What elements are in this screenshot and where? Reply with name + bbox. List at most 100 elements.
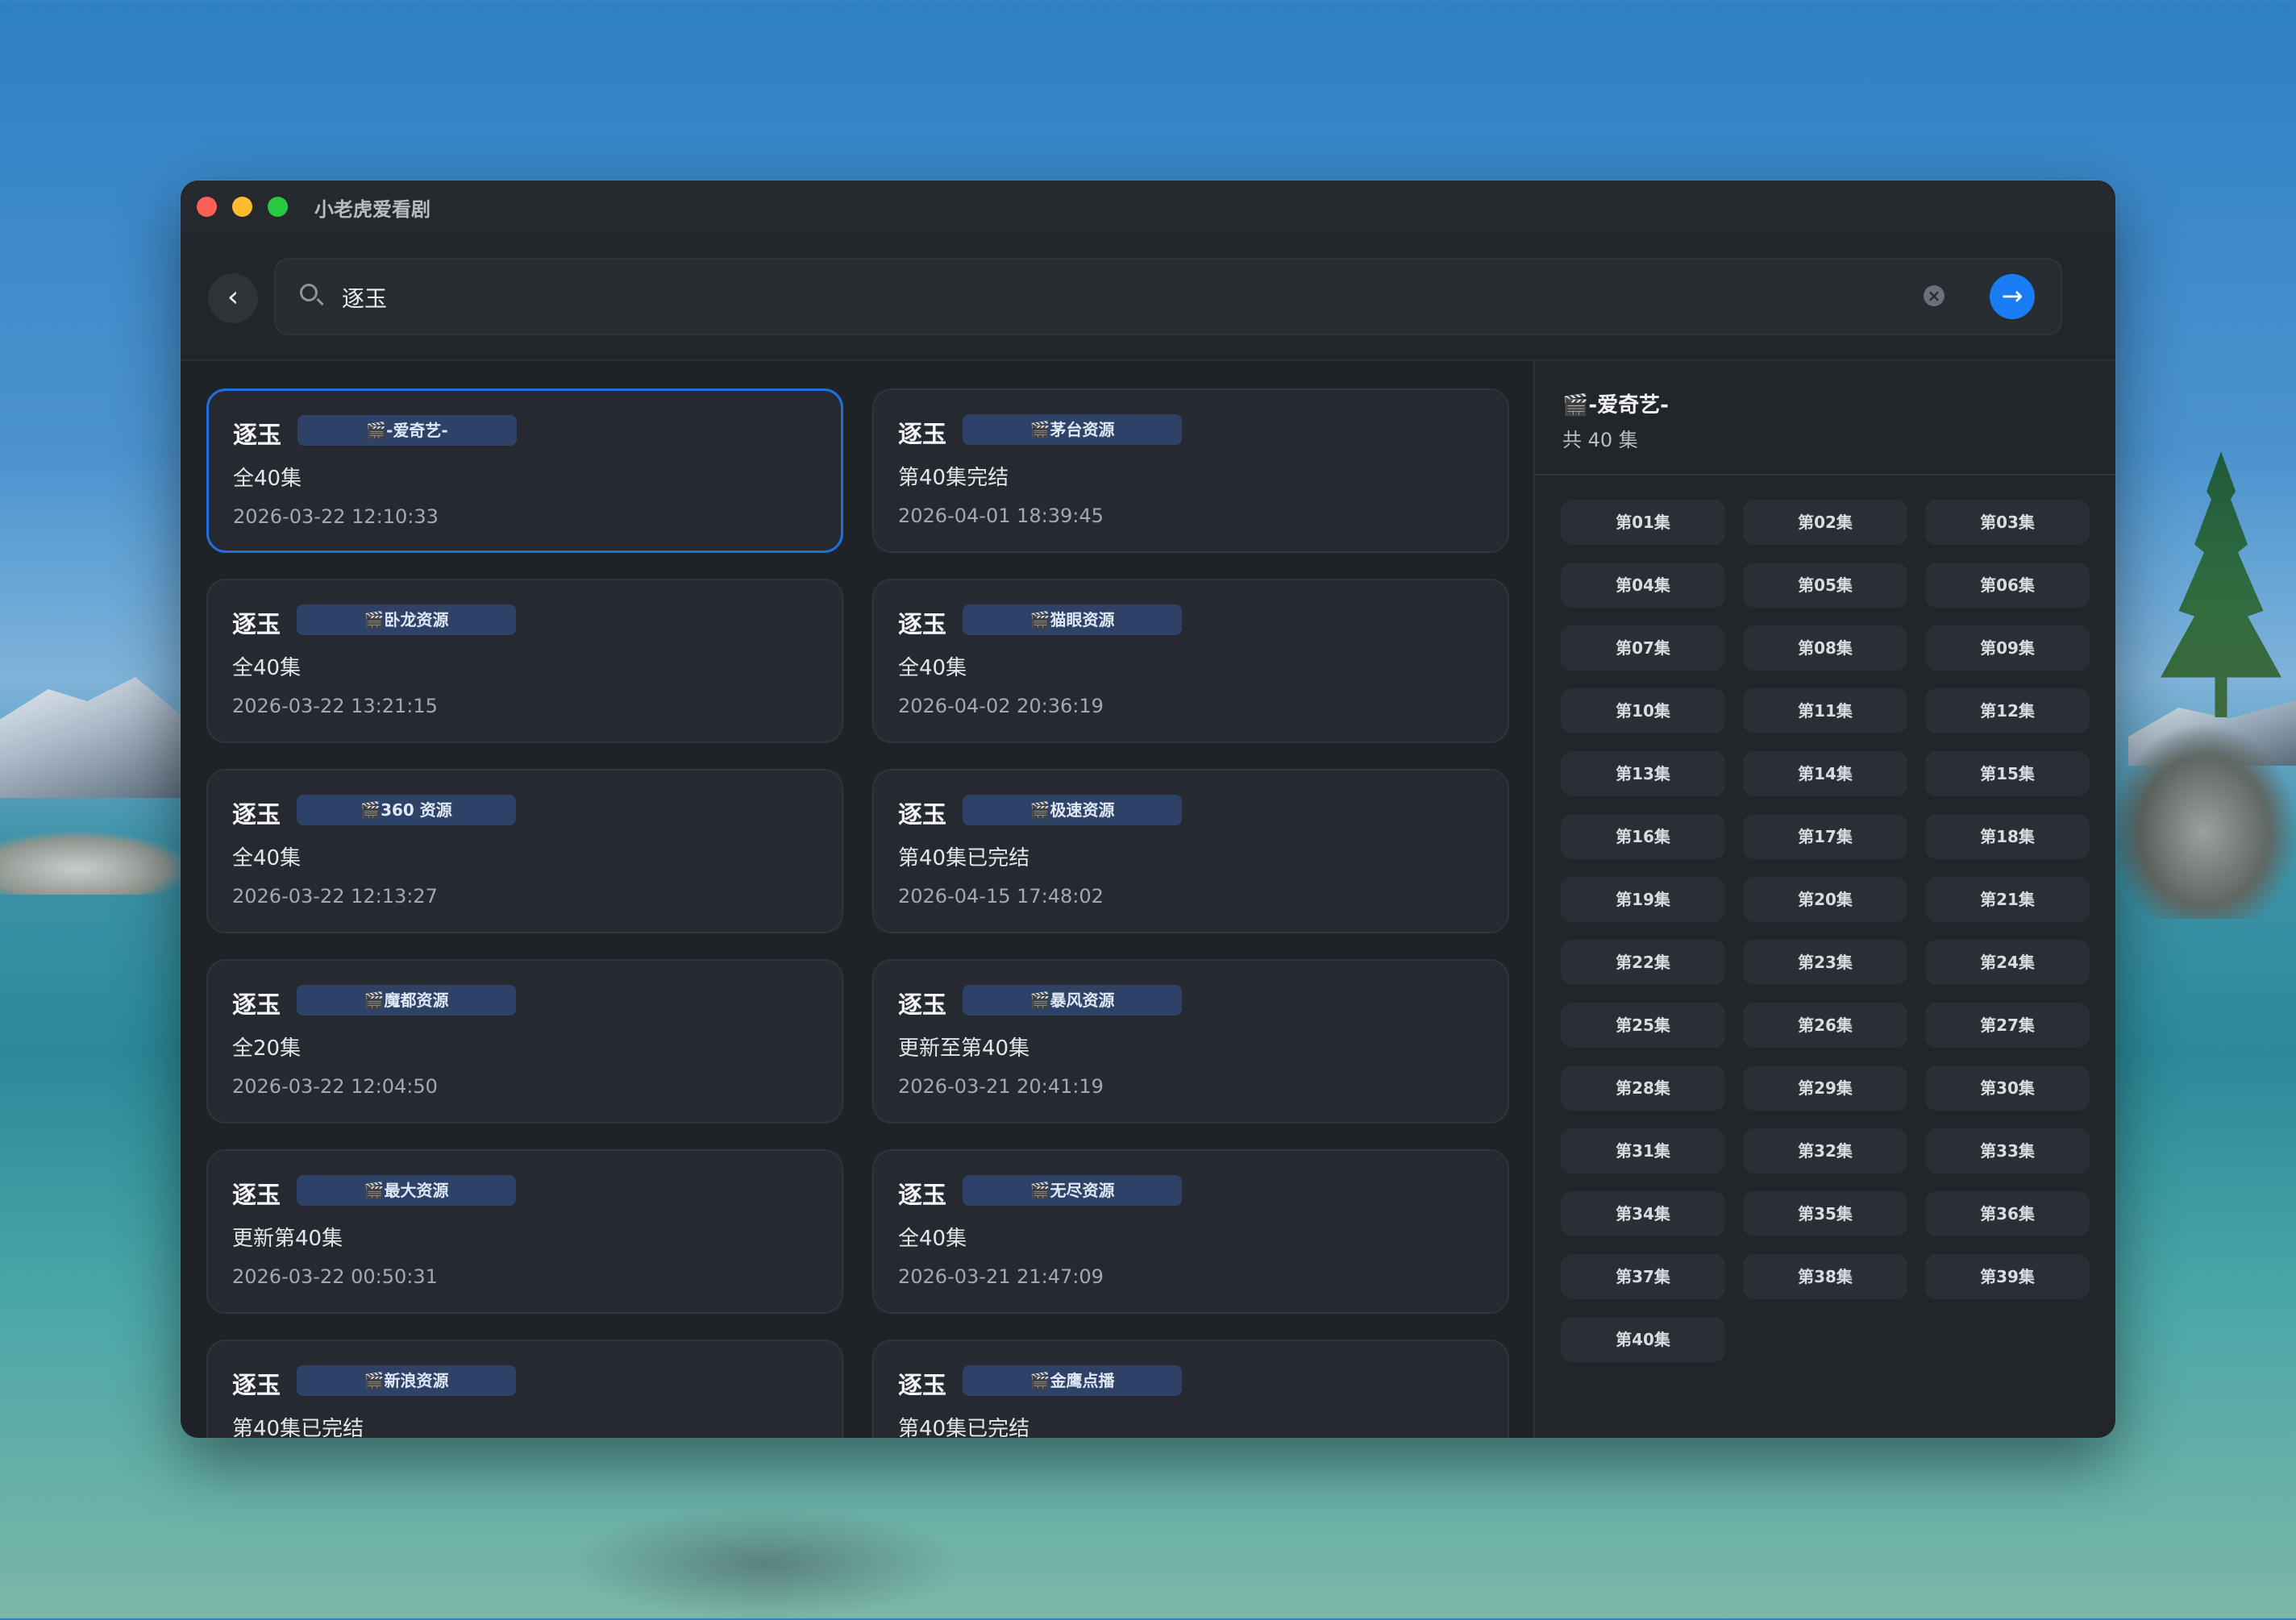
episode-button[interactable]: 第30集 bbox=[1925, 1065, 2090, 1111]
result-title: 逐玉 bbox=[232, 611, 281, 639]
source-badge: 🎬卧龙资源 bbox=[297, 604, 516, 635]
episode-button[interactable]: 第12集 bbox=[1925, 688, 2090, 733]
episode-status: 全40集 bbox=[898, 1227, 967, 1251]
episode-button[interactable]: 第21集 bbox=[1925, 877, 2090, 922]
result-title: 逐玉 bbox=[232, 1182, 281, 1210]
app-window: 小老虎爱看剧 ‹ 逐玉 × → 逐玉 🎬-爱奇艺- 全40集 2026-03-22 1… bbox=[181, 181, 2115, 1438]
update-time: 2026-03-22 12:04:50 bbox=[232, 1075, 438, 1098]
episode-button[interactable]: 第28集 bbox=[1561, 1065, 1725, 1111]
episode-button[interactable]: 第14集 bbox=[1743, 751, 1907, 796]
episode-button[interactable]: 第04集 bbox=[1561, 563, 1725, 608]
episode-status: 第40集完结 bbox=[898, 466, 1009, 490]
result-title: 逐玉 bbox=[898, 1372, 946, 1400]
episode-button[interactable]: 第01集 bbox=[1561, 500, 1725, 545]
episode-button[interactable]: 第09集 bbox=[1925, 625, 2090, 671]
result-card[interactable]: 逐玉 🎬-爱奇艺- 全40集 2026-03-22 12:10:33 bbox=[206, 388, 843, 553]
search-query[interactable]: 逐玉 bbox=[342, 281, 387, 314]
result-card[interactable]: 逐玉 🎬新浪资源 第40集已完结 bbox=[206, 1340, 843, 1438]
result-card[interactable]: 逐玉 🎬猫眼资源 全40集 2026-04-02 20:36:19 bbox=[872, 579, 1509, 743]
result-title: 逐玉 bbox=[898, 1182, 946, 1210]
result-title: 逐玉 bbox=[898, 991, 946, 1020]
episode-button[interactable]: 第20集 bbox=[1743, 877, 1907, 922]
result-title: 逐玉 bbox=[898, 421, 946, 449]
episode-button[interactable]: 第36集 bbox=[1925, 1191, 2090, 1236]
episode-status: 全40集 bbox=[232, 846, 302, 870]
episode-button[interactable]: 第10集 bbox=[1561, 688, 1725, 733]
episode-button[interactable]: 第40集 bbox=[1561, 1317, 1725, 1362]
selected-source-title: 🎬-爱奇艺- bbox=[1562, 393, 1669, 417]
window-title: 小老虎爱看剧 bbox=[314, 198, 430, 221]
result-title: 逐玉 bbox=[233, 422, 281, 450]
source-badge: 🎬新浪资源 bbox=[297, 1365, 516, 1396]
episode-button[interactable]: 第25集 bbox=[1561, 1003, 1725, 1048]
search-icon bbox=[300, 284, 318, 301]
search-submit-button[interactable]: → bbox=[1990, 274, 2035, 319]
episode-button[interactable]: 第38集 bbox=[1743, 1254, 1907, 1299]
episode-button[interactable]: 第34集 bbox=[1561, 1191, 1725, 1236]
wallpaper-rocks-left bbox=[0, 830, 193, 895]
search-toolbar: ‹ 逐玉 × → bbox=[181, 234, 2115, 361]
wallpaper-underwater-rock bbox=[564, 1507, 967, 1620]
title-bar[interactable]: 小老虎爱看剧 bbox=[181, 181, 2115, 234]
episode-button[interactable]: 第15集 bbox=[1925, 751, 2090, 796]
result-card[interactable]: 逐玉 🎬金鹰点播 第40集已完结 bbox=[872, 1340, 1509, 1438]
episode-button[interactable]: 第08集 bbox=[1743, 625, 1907, 671]
zoom-window-button[interactable] bbox=[268, 197, 288, 217]
episode-button[interactable]: 第37集 bbox=[1561, 1254, 1725, 1299]
minimize-window-button[interactable] bbox=[232, 197, 252, 217]
result-card[interactable]: 逐玉 🎬卧龙资源 全40集 2026-03-22 13:21:15 bbox=[206, 579, 843, 743]
episode-panel: 🎬-爱奇艺- 共 40 集 第01集 第02集 第03集 第04集 第05集 第06集 第0… bbox=[1533, 361, 2115, 1438]
source-badge: 🎬猫眼资源 bbox=[963, 604, 1182, 635]
update-time: 2026-03-21 21:47:09 bbox=[898, 1265, 1104, 1288]
result-card[interactable]: 逐玉 🎬极速资源 第40集已完结 2026-04-15 17:48:02 bbox=[872, 769, 1509, 933]
result-title: 逐玉 bbox=[232, 991, 281, 1020]
episode-button[interactable]: 第29集 bbox=[1743, 1065, 1907, 1111]
wallpaper-rocks-right bbox=[2112, 725, 2296, 919]
episode-button[interactable]: 第03集 bbox=[1925, 500, 2090, 545]
episode-button[interactable]: 第06集 bbox=[1925, 563, 2090, 608]
episode-status: 全40集 bbox=[898, 656, 967, 680]
result-card[interactable]: 逐玉 🎬茅台资源 第40集完结 2026-04-01 18:39:45 bbox=[872, 388, 1509, 553]
episode-button[interactable]: 第33集 bbox=[1925, 1128, 2090, 1173]
wallpaper-tree bbox=[2161, 451, 2281, 717]
episode-status: 全40集 bbox=[233, 467, 302, 491]
update-time: 2026-03-21 20:41:19 bbox=[898, 1075, 1104, 1098]
episode-button[interactable]: 第24集 bbox=[1925, 940, 2090, 985]
close-window-button[interactable] bbox=[197, 197, 217, 217]
source-badge: 🎬最大资源 bbox=[297, 1175, 516, 1206]
episode-button[interactable]: 第18集 bbox=[1925, 814, 2090, 859]
episode-button[interactable]: 第23集 bbox=[1743, 940, 1907, 985]
episode-button[interactable]: 第32集 bbox=[1743, 1128, 1907, 1173]
update-time: 2026-03-22 13:21:15 bbox=[232, 695, 438, 717]
episode-button[interactable]: 第39集 bbox=[1925, 1254, 2090, 1299]
episode-button[interactable]: 第27集 bbox=[1925, 1003, 2090, 1048]
result-title: 逐玉 bbox=[898, 611, 946, 639]
result-card[interactable]: 逐玉 🎬最大资源 更新第40集 2026-03-22 00:50:31 bbox=[206, 1149, 843, 1314]
result-card[interactable]: 逐玉 🎬无尽资源全40集 2026-03-21 21:47:09 bbox=[872, 1149, 1509, 1314]
back-button[interactable]: ‹ bbox=[208, 273, 258, 323]
result-card[interactable]: 逐玉 🎬360 资源 全40集 2026-03-22 12:13:27 bbox=[206, 769, 843, 933]
episode-button[interactable]: 第35集 bbox=[1743, 1191, 1907, 1236]
results-list[interactable]: 逐玉 🎬-爱奇艺- 全40集 2026-03-22 12:10:33 逐玉 🎬茅台资源 第4… bbox=[181, 361, 1533, 1438]
source-badge: 🎬无尽资源 bbox=[963, 1175, 1182, 1206]
episode-status: 第40集已完结 bbox=[898, 1417, 1030, 1438]
episode-button[interactable]: 第02集 bbox=[1743, 500, 1907, 545]
episode-button[interactable]: 第05集 bbox=[1743, 563, 1907, 608]
episode-button[interactable]: 第17集 bbox=[1743, 814, 1907, 859]
episode-button[interactable]: 第16集 bbox=[1561, 814, 1725, 859]
source-badge: 🎬-爱奇艺- bbox=[297, 415, 517, 446]
episode-button[interactable]: 第07集 bbox=[1561, 625, 1725, 671]
episode-button[interactable]: 第13集 bbox=[1561, 751, 1725, 796]
result-card[interactable]: 逐玉 🎬魔都资源 全20集 2026-03-22 12:04:50 bbox=[206, 959, 843, 1124]
episode-button[interactable]: 第26集 bbox=[1743, 1003, 1907, 1048]
result-title: 逐玉 bbox=[232, 1372, 281, 1400]
episode-button[interactable]: 第22集 bbox=[1561, 940, 1725, 985]
search-input[interactable]: 逐玉 × → bbox=[274, 258, 2062, 335]
update-time: 2026-04-15 17:48:02 bbox=[898, 885, 1104, 908]
result-title: 逐玉 bbox=[232, 801, 281, 829]
episode-button[interactable]: 第11集 bbox=[1743, 688, 1907, 733]
episode-button[interactable]: 第19集 bbox=[1561, 877, 1725, 922]
episode-button[interactable]: 第31集 bbox=[1561, 1128, 1725, 1173]
result-card[interactable]: 逐玉 🎬暴风资源 更新至第40集 2026-03-21 20:41:19 bbox=[872, 959, 1509, 1124]
clear-search-icon[interactable]: × bbox=[1924, 285, 1945, 306]
